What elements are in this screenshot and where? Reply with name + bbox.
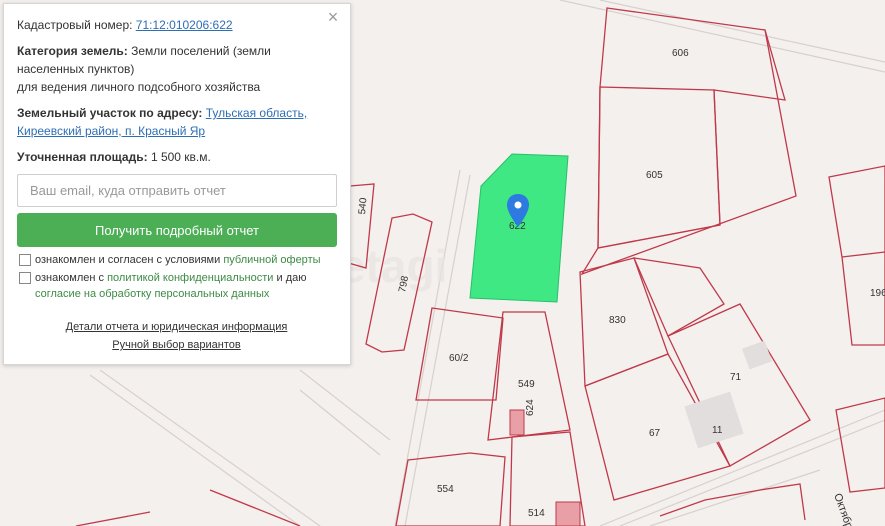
map-watermark: etagi — [340, 240, 447, 292]
parcel-label: 71 — [730, 372, 742, 383]
address-link-1[interactable]: Тульская область, — [206, 106, 307, 120]
get-report-button[interactable]: Получить подробный отчет — [17, 213, 337, 247]
parcel-label: 830 — [609, 315, 626, 326]
parcel-label: 60/2 — [449, 353, 469, 364]
category-value-3: для ведения личного подсобного хозяйства — [17, 80, 261, 94]
address-label: Земельный участок по адресу: — [17, 106, 203, 120]
cadastral-number-row: Кадастровый номер: 71:12:010206:622 — [17, 16, 336, 34]
privacy-link[interactable]: политикой конфиденциальности — [107, 272, 273, 284]
close-icon[interactable]: × — [324, 8, 342, 26]
parcel-label: 196 — [870, 288, 885, 299]
area-value: 1 500 кв.м. — [150, 150, 211, 164]
parcel-label: 11 — [712, 425, 723, 436]
parcel-label: 624 — [525, 399, 536, 416]
parcel-label: 514 — [528, 508, 545, 519]
report-details-link[interactable]: Детали отчета и юридическая информация — [66, 318, 288, 336]
land-category-row: Категория земель: Земли поселений (земли… — [17, 42, 336, 96]
offer-link[interactable]: публичной оферты — [223, 254, 320, 266]
privacy-checkbox[interactable] — [19, 272, 31, 284]
consent-link[interactable]: согласие на обработку персональных данны… — [35, 288, 269, 300]
offer-text: ознакомлен и согласен с условиями — [35, 254, 221, 266]
parcel-label: 67 — [649, 428, 661, 439]
offer-consent: ознакомлен и согласен с условиями публич… — [17, 252, 336, 268]
parcel-label: 606 — [672, 48, 689, 59]
category-value-1: Земли поселений (земли — [131, 44, 271, 58]
area-row: Уточненная площадь: 1 500 кв.м. — [17, 148, 336, 166]
privacy-text: ознакомлен с — [35, 272, 105, 284]
street-label: Октябр — [831, 492, 855, 526]
email-input[interactable] — [17, 174, 337, 207]
parcel-label: 549 — [518, 379, 535, 390]
parcel-info-panel: × Кадастровый номер: 71:12:010206:622 Ка… — [3, 3, 351, 365]
footer-links: Детали отчета и юридическая информация Р… — [17, 318, 336, 354]
privacy-consent: ознакомлен с политикой конфиденциальност… — [17, 270, 336, 302]
manual-selection-link[interactable]: Ручной выбор вариантов — [112, 336, 240, 354]
cadastral-label: Кадастровый номер: — [17, 18, 133, 32]
area-label: Уточненная площадь: — [17, 150, 148, 164]
category-label: Категория земель: — [17, 44, 128, 58]
offer-checkbox[interactable] — [19, 254, 31, 266]
category-value-2: населенных пунктов) — [17, 62, 135, 76]
parcel-label: 605 — [646, 170, 663, 181]
cadastral-number-link[interactable]: 71:12:010206:622 — [136, 18, 233, 32]
address-link-2[interactable]: Киреевский район, п. Красный Яр — [17, 124, 205, 138]
parcel-label: 540 — [357, 197, 369, 215]
parcel-label: 554 — [437, 484, 454, 495]
address-row: Земельный участок по адресу: Тульская об… — [17, 104, 336, 140]
privacy-text-mid: и даю — [276, 272, 307, 284]
